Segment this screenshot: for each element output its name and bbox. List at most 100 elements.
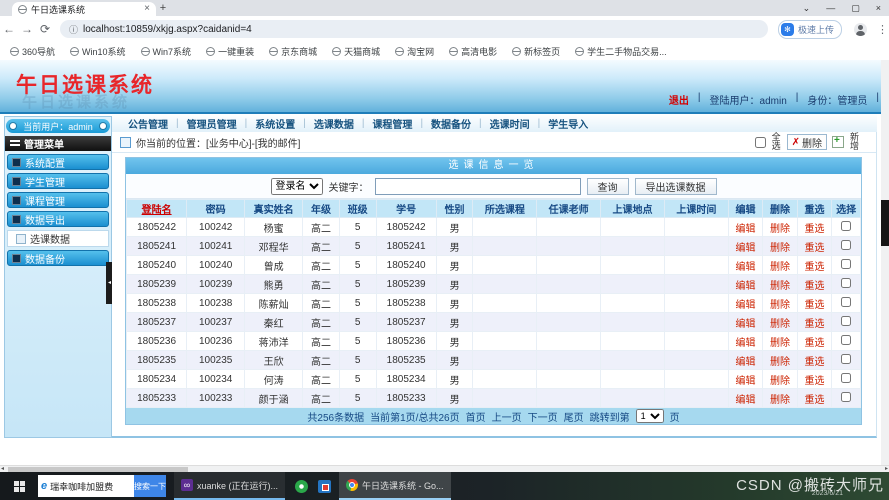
row-checkbox[interactable]: [841, 278, 851, 288]
page-info-icon[interactable]: ⓘ: [69, 23, 78, 36]
nav-item[interactable]: 公告管理: [120, 116, 176, 131]
nav-item[interactable]: 学生导入: [540, 116, 596, 131]
export-button[interactable]: 导出选课数据: [635, 178, 717, 195]
row-checkbox[interactable]: [841, 373, 851, 383]
bookmark-item[interactable]: 高清电影: [449, 45, 497, 58]
bookmark-item[interactable]: 学生二手物品交易...: [575, 45, 667, 58]
row-checkbox[interactable]: [841, 240, 851, 250]
forward-icon[interactable]: →: [18, 22, 36, 36]
reselect-link[interactable]: 重选: [804, 300, 824, 311]
sidebar-subitem-course-data[interactable]: 选课数据: [7, 230, 109, 247]
row-checkbox[interactable]: [841, 297, 851, 307]
keyword-input[interactable]: [375, 178, 581, 195]
vertical-scrollbar[interactable]: [881, 60, 889, 465]
search-field-select[interactable]: 登录名: [271, 178, 323, 195]
edit-link[interactable]: 编辑: [736, 281, 756, 292]
sidebar-item[interactable]: 系统配置: [7, 154, 109, 170]
edit-link[interactable]: 编辑: [736, 338, 756, 349]
taskbar-search-box[interactable]: 瑞幸咖啡加盟费: [38, 475, 134, 497]
row-checkbox[interactable]: [841, 259, 851, 269]
row-checkbox[interactable]: [841, 392, 851, 402]
reselect-link[interactable]: 重选: [804, 319, 824, 330]
delete-link[interactable]: 删除: [770, 319, 790, 330]
sidebar-item[interactable]: 学生管理: [7, 173, 109, 189]
edit-link[interactable]: 编辑: [736, 300, 756, 311]
bookmark-item[interactable]: 淘宝网: [395, 45, 434, 58]
reselect-link[interactable]: 重选: [804, 224, 824, 235]
reselect-link[interactable]: 重选: [804, 338, 824, 349]
reselect-link[interactable]: 重选: [804, 376, 824, 387]
delete-link[interactable]: 删除: [770, 357, 790, 368]
profile-avatar-icon[interactable]: [854, 23, 867, 36]
column-header[interactable]: 登陆名: [127, 200, 187, 218]
edit-link[interactable]: 编辑: [736, 376, 756, 387]
edit-link[interactable]: 编辑: [736, 243, 756, 254]
new-tab-button[interactable]: +: [156, 2, 170, 15]
next-page-link[interactable]: 下一页: [528, 409, 558, 424]
tab-close-icon[interactable]: ×: [144, 4, 150, 14]
reselect-link[interactable]: 重选: [804, 262, 824, 273]
close-icon[interactable]: ×: [876, 3, 881, 13]
browser-menu-kebab-icon[interactable]: ⋮: [877, 23, 888, 36]
browser-tab[interactable]: 午日选课系统 ×: [12, 2, 156, 16]
row-checkbox[interactable]: [841, 354, 851, 364]
nav-item[interactable]: 系统设置: [247, 116, 303, 131]
edit-link[interactable]: 编辑: [736, 357, 756, 368]
delete-link[interactable]: 删除: [770, 338, 790, 349]
maximize-icon[interactable]: ▢: [851, 3, 860, 14]
minimize-icon[interactable]: —: [826, 3, 835, 13]
scroll-right-icon[interactable]: ▸: [885, 465, 888, 472]
edit-link[interactable]: 编辑: [736, 224, 756, 235]
first-page-link[interactable]: 首页: [466, 409, 486, 424]
sidebar-item-backup[interactable]: 数据备份: [7, 250, 109, 266]
horizontal-scrollbar[interactable]: ◂ ▸: [0, 465, 889, 472]
bookmark-item[interactable]: Win10系统: [70, 45, 126, 58]
reselect-link[interactable]: 重选: [804, 357, 824, 368]
delete-button[interactable]: ✗ 删除: [787, 134, 827, 150]
vertical-scrollbar-thumb[interactable]: [881, 200, 889, 246]
sidebar-item[interactable]: 课程管理: [7, 192, 109, 208]
upload-extension-button[interactable]: 极速上传: [778, 20, 842, 39]
reselect-link[interactable]: 重选: [804, 281, 824, 292]
sidebar-item[interactable]: 数据导出: [7, 211, 109, 227]
edit-link[interactable]: 编辑: [736, 319, 756, 330]
scroll-left-icon[interactable]: ◂: [1, 465, 4, 472]
nav-item[interactable]: 选课时间: [482, 116, 538, 131]
media-tool-icon[interactable]: [318, 480, 331, 493]
query-button[interactable]: 查询: [587, 178, 629, 195]
delete-link[interactable]: 删除: [770, 262, 790, 273]
edit-link[interactable]: 编辑: [736, 395, 756, 406]
green-app-icon[interactable]: [295, 480, 308, 493]
taskbar-search-button[interactable]: 搜索一下: [134, 475, 166, 497]
bookmark-item[interactable]: 天猫商城: [332, 45, 380, 58]
taskbar-task-visual-studio[interactable]: xuanke (正在运行)...: [174, 472, 285, 500]
bookmark-item[interactable]: 360导航: [10, 45, 55, 58]
row-checkbox[interactable]: [841, 335, 851, 345]
nav-item[interactable]: 选课数据: [306, 116, 362, 131]
add-button[interactable]: 新增: [849, 133, 860, 152]
delete-link[interactable]: 删除: [770, 300, 790, 311]
delete-link[interactable]: 删除: [770, 376, 790, 387]
bookmark-item[interactable]: Win7系统: [141, 45, 192, 58]
bookmark-item[interactable]: 京东商城: [269, 45, 317, 58]
nav-item[interactable]: 课程管理: [364, 116, 420, 131]
back-icon[interactable]: ←: [0, 22, 18, 36]
delete-link[interactable]: 删除: [770, 281, 790, 292]
bookmark-item[interactable]: 一键重装: [206, 45, 254, 58]
nav-item[interactable]: 管理员管理: [179, 116, 245, 131]
url-omnibox[interactable]: ⓘ localhost:10859/xkjg.aspx?caidanid=4: [60, 20, 768, 38]
row-checkbox[interactable]: [841, 316, 851, 326]
bookmark-item[interactable]: 新标签页: [512, 45, 560, 58]
tab-search-chevron-icon[interactable]: ⌄: [803, 3, 811, 14]
reselect-link[interactable]: 重选: [804, 395, 824, 406]
select-all-checkbox[interactable]: [755, 137, 766, 148]
taskbar-task-chrome[interactable]: 午日选课系统 - Go...: [339, 472, 451, 500]
jump-page-select[interactable]: 1: [636, 409, 664, 423]
start-button[interactable]: [0, 472, 38, 500]
edit-link[interactable]: 编辑: [736, 262, 756, 273]
delete-link[interactable]: 删除: [770, 395, 790, 406]
logout-link[interactable]: 退出: [669, 92, 689, 107]
reselect-link[interactable]: 重选: [804, 243, 824, 254]
reload-icon[interactable]: ⟳: [36, 22, 54, 36]
prev-page-link[interactable]: 上一页: [492, 409, 522, 424]
